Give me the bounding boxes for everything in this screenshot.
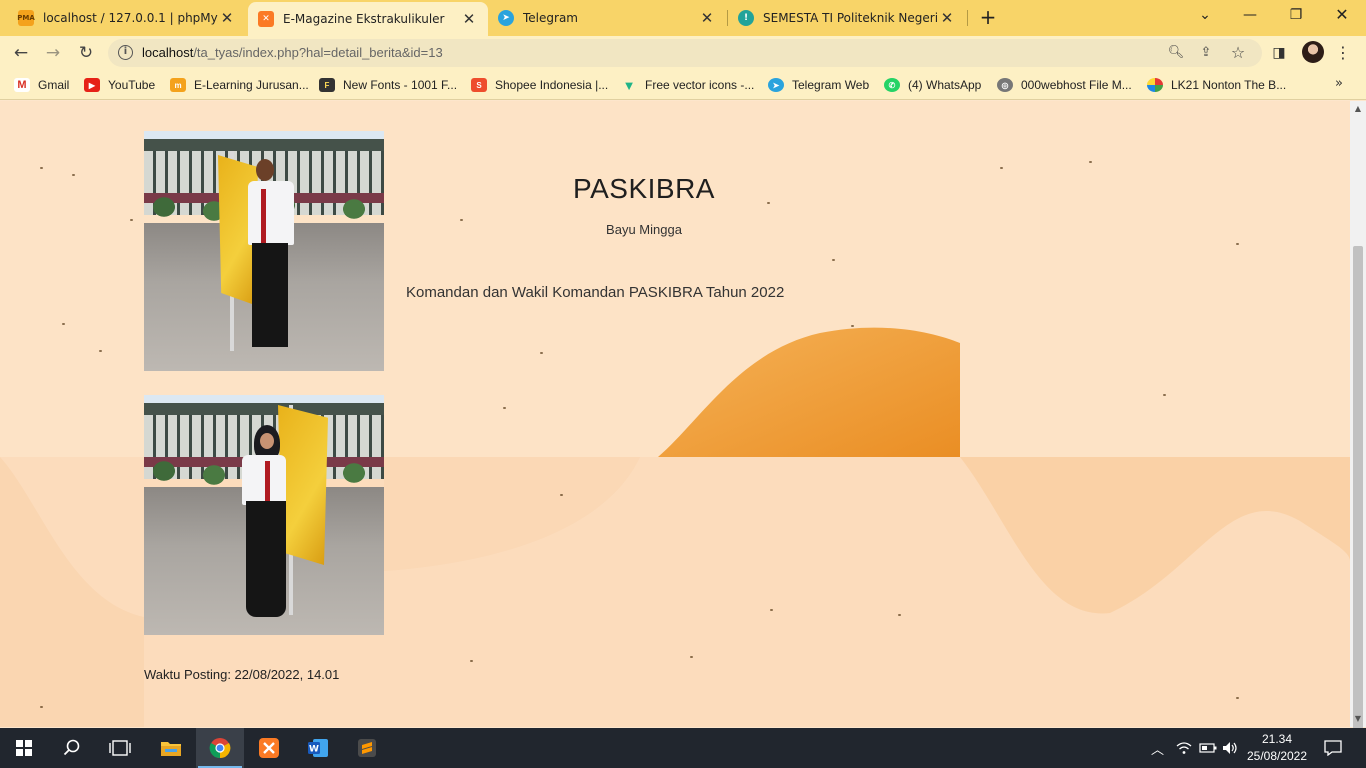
restore-icon[interactable]: ❐ bbox=[1274, 0, 1318, 32]
xampp-icon: ✕ bbox=[258, 11, 274, 27]
elearning-icon: m bbox=[170, 78, 186, 92]
bookmark-elearning[interactable]: m E-Learning Jurusan... bbox=[170, 76, 309, 94]
xampp-taskbar-icon[interactable] bbox=[245, 728, 293, 768]
tray-chevron-icon[interactable]: ︿ bbox=[1151, 728, 1164, 768]
scroll-up-icon[interactable]: ▲ bbox=[1354, 105, 1362, 113]
file-explorer-icon[interactable] bbox=[147, 728, 195, 768]
telegram-icon: ➤ bbox=[768, 78, 784, 92]
telegram-icon: ➤ bbox=[498, 10, 514, 26]
page-content: PASKIBRA Bayu Mingga Komandan dan Wakil … bbox=[0, 101, 1350, 727]
word-taskbar-icon[interactable]: W bbox=[294, 728, 342, 768]
reload-icon[interactable]: ↻ bbox=[73, 40, 99, 66]
lk21-icon bbox=[1147, 78, 1163, 92]
close-window-icon[interactable]: ✕ bbox=[1320, 0, 1364, 32]
flaticon-icon: ▼ bbox=[622, 77, 636, 93]
task-view-icon[interactable] bbox=[96, 728, 144, 768]
article-photo-1 bbox=[144, 131, 384, 371]
search-icon[interactable] bbox=[48, 728, 96, 768]
address-bar[interactable]: i localhost/ta_tyas/index.php?hal=detail… bbox=[108, 39, 1262, 67]
tab-search-icon[interactable]: ⌄ bbox=[1183, 0, 1227, 32]
site-info-icon[interactable]: i bbox=[118, 45, 133, 60]
post-timestamp: Waktu Posting: 22/08/2022, 14.01 bbox=[144, 667, 340, 682]
whatsapp-icon: ✆ bbox=[884, 78, 900, 92]
webhost-icon: ◎ bbox=[997, 78, 1013, 92]
bookmark-youtube[interactable]: ▶ YouTube bbox=[84, 76, 155, 94]
article-author: Bayu Mingga bbox=[606, 222, 682, 237]
tab-separator bbox=[967, 10, 968, 26]
bookmarks-bar: M Gmail ▶ YouTube m E-Learning Jurusan..… bbox=[0, 70, 1366, 100]
bookmark-star-icon[interactable]: ☆ bbox=[1228, 43, 1248, 63]
tab-semesta[interactable]: ! SEMESTA TI Politeknik Negeri Pontianak… bbox=[728, 0, 966, 36]
bookmark-telegram-web[interactable]: ➤ Telegram Web bbox=[768, 76, 869, 94]
gmail-icon: M bbox=[14, 78, 30, 92]
bookmarks-overflow-icon[interactable]: » bbox=[1335, 76, 1343, 91]
bookmark-flaticon[interactable]: ▼ Free vector icons -... bbox=[621, 76, 755, 94]
minimize-icon[interactable]: — bbox=[1228, 0, 1272, 32]
browser-tab-strip: PMA localhost / 127.0.0.1 | phpMyAdmin ✕… bbox=[0, 0, 1366, 36]
svg-text:W: W bbox=[309, 745, 319, 755]
side-panel-icon[interactable]: ◨ bbox=[1268, 42, 1290, 64]
bookmark-whatsapp[interactable]: ✆ (4) WhatsApp bbox=[884, 76, 981, 94]
close-icon[interactable]: ✕ bbox=[218, 9, 236, 27]
bookmark-gmail[interactable]: M Gmail bbox=[14, 76, 69, 94]
tab-e-magazine[interactable]: ✕ E-Magazine Ekstrakulikuler ✕ bbox=[248, 2, 488, 36]
chrome-taskbar-icon[interactable] bbox=[196, 728, 244, 768]
new-tab-button[interactable]: + bbox=[977, 6, 999, 28]
bookmark-lk21[interactable]: LK21 Nonton The B... bbox=[1147, 76, 1286, 94]
tab-phpmyadmin[interactable]: PMA localhost / 127.0.0.1 | phpMyAdmin ✕ bbox=[8, 0, 246, 36]
forward-icon[interactable]: → bbox=[40, 40, 66, 66]
youtube-icon: ▶ bbox=[84, 78, 100, 92]
page-scrollbar[interactable]: ▲ ▼ bbox=[1350, 101, 1366, 768]
bookmark-shopee[interactable]: S Shopee Indonesia |... bbox=[471, 76, 608, 94]
bookmark-fonts[interactable]: F New Fonts - 1001 F... bbox=[319, 76, 457, 94]
menu-icon[interactable]: ⋮ bbox=[1332, 42, 1354, 64]
taskbar-clock[interactable]: 21.34 25/08/2022 bbox=[1232, 731, 1322, 765]
profile-avatar[interactable] bbox=[1302, 41, 1324, 63]
zoom-icon[interactable]: 🔍︎ bbox=[1166, 43, 1186, 63]
wifi-icon[interactable] bbox=[1176, 728, 1192, 768]
back-icon[interactable]: ← bbox=[8, 40, 34, 66]
share-icon[interactable]: ⇪ bbox=[1196, 43, 1216, 63]
windows-start-icon[interactable] bbox=[0, 728, 48, 768]
article-photo-2 bbox=[144, 395, 384, 635]
notification-icon[interactable] bbox=[1324, 728, 1342, 768]
polnep-icon: ! bbox=[738, 10, 754, 26]
tab-telegram[interactable]: ➤ Telegram ✕ bbox=[488, 0, 726, 36]
phpmyadmin-icon: PMA bbox=[17, 10, 35, 26]
fonts-icon: F bbox=[319, 78, 335, 92]
windows-taskbar: W ︿ 21.34 25/08/2022 bbox=[0, 728, 1366, 768]
close-icon[interactable]: ✕ bbox=[698, 9, 716, 27]
shopee-icon: S bbox=[471, 78, 487, 92]
bookmark-000webhost[interactable]: ◎ 000webhost File M... bbox=[997, 76, 1132, 94]
article-body: Komandan dan Wakil Komandan PASKIBRA Tah… bbox=[406, 284, 785, 301]
url-text[interactable]: localhost/ta_tyas/index.php?hal=detail_b… bbox=[142, 45, 443, 60]
close-icon[interactable]: ✕ bbox=[460, 10, 478, 28]
browser-toolbar: ← → ↻ i localhost/ta_tyas/index.php?hal=… bbox=[0, 36, 1366, 70]
battery-icon[interactable] bbox=[1199, 728, 1217, 768]
scroll-down-icon[interactable]: ▼ bbox=[1354, 715, 1362, 723]
close-icon[interactable]: ✕ bbox=[938, 9, 956, 27]
sublime-taskbar-icon[interactable] bbox=[343, 728, 391, 768]
scroll-thumb[interactable] bbox=[1353, 246, 1363, 768]
article-title: PASKIBRA bbox=[573, 173, 715, 204]
